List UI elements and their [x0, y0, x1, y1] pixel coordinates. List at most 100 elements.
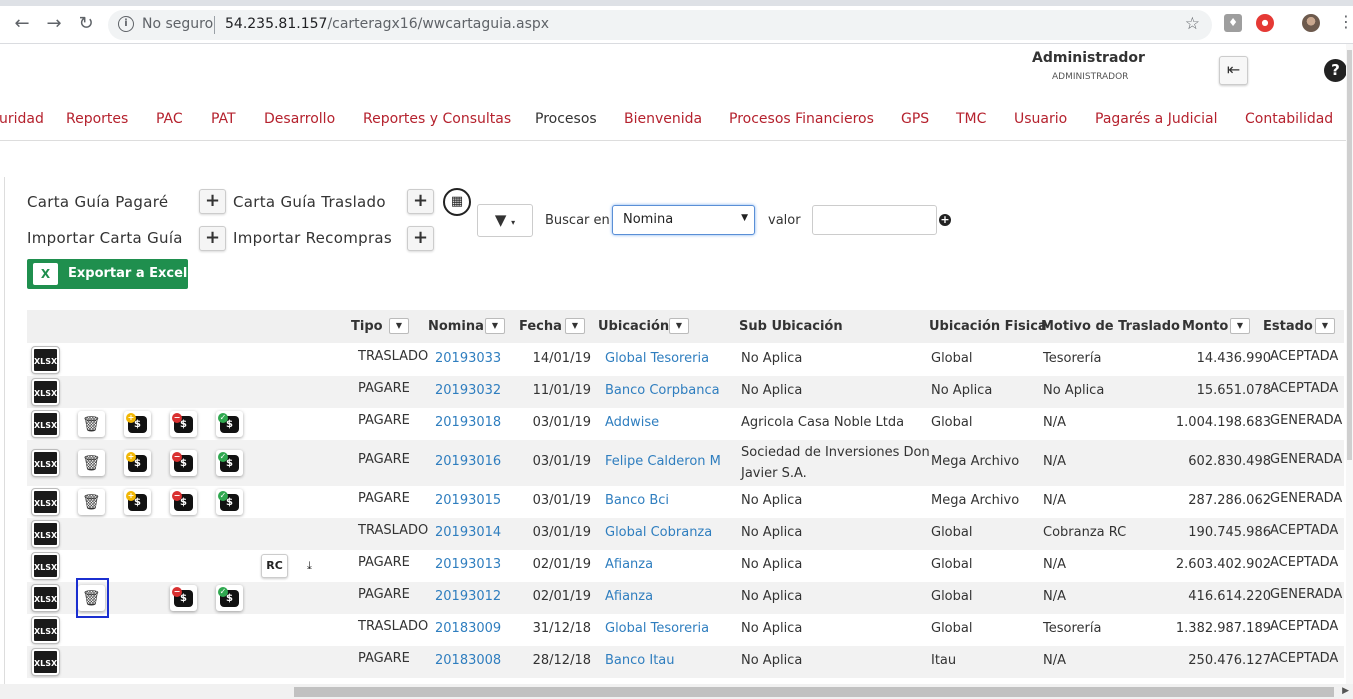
cell-nomina-link[interactable]: 20193014 [435, 525, 501, 540]
info-icon[interactable]: i [118, 16, 134, 32]
download-icon[interactable]: ⤓ [307, 559, 312, 573]
cell-nomina-link[interactable]: 20183008 [435, 653, 501, 668]
horizontal-scroll-thumb[interactable] [294, 687, 1334, 697]
horizontal-scrollbar[interactable]: ▶ [0, 684, 1353, 699]
forward-arrow-icon[interactable]: → [43, 13, 65, 35]
add-carta-guia-traslado-button[interactable]: + [407, 189, 434, 214]
back-arrow-icon[interactable]: ← [11, 13, 33, 35]
cell-estado: GENERADA [1270, 587, 1343, 602]
document-grid-icon[interactable]: ▦ [443, 188, 471, 216]
xlsx-download-icon[interactable]: XLSX [31, 616, 60, 644]
extension-badge-icon[interactable]: ● [1256, 14, 1274, 32]
approve-money-icon[interactable]: $ ✓ [216, 585, 243, 611]
filter-dropdown-button[interactable]: ▼ ▾ [477, 204, 533, 237]
cell-nomina-link[interactable]: 20193015 [435, 493, 501, 508]
add-money-icon[interactable]: $ + [124, 489, 151, 515]
cell-ubicacion-link[interactable]: Banco Itau [605, 653, 675, 668]
cell-ubicacion-link[interactable]: Global Tesoreria [605, 351, 709, 366]
xlsx-download-icon[interactable]: XLSX [31, 520, 60, 548]
table-row: XLSX 🗑 $ + $ − $ ✓ PAGARE 20193015 03/01/19 Banco B… [27, 486, 1344, 518]
cell-ubicacion-fisica: Global [931, 351, 973, 366]
cell-sub-ubicacion: Agricola Casa Noble Ltda [741, 415, 905, 430]
trash-icon[interactable]: 🗑 [78, 489, 105, 515]
menu-item-reportes[interactable]: Reportes [66, 111, 128, 127]
approve-money-icon[interactable]: $ ✓ [216, 411, 243, 437]
cell-ubicacion-link[interactable]: Addwise [605, 415, 659, 430]
xlsx-download-icon[interactable]: XLSX [31, 378, 60, 406]
trash-icon[interactable]: 🗑 [78, 450, 105, 476]
xlsx-download-icon[interactable]: XLSX [31, 346, 60, 374]
cell-ubicacion-link[interactable]: Global Cobranza [605, 525, 712, 540]
menu-item-pat[interactable]: PAT [211, 111, 236, 127]
xlsx-download-icon[interactable]: XLSX [31, 410, 60, 438]
logout-button[interactable]: ⇤ [1219, 56, 1248, 85]
cell-ubicacion-link[interactable]: Afianza [605, 589, 653, 604]
vertical-scrollbar[interactable] [1346, 44, 1353, 684]
remove-money-icon[interactable]: $ − [170, 585, 197, 611]
menu-item-contabilidad[interactable]: Contabilidad [1245, 111, 1333, 127]
add-carta-guia-pagare-button[interactable]: + [199, 189, 226, 214]
cell-nomina-link[interactable]: 20193013 [435, 557, 501, 572]
importar-recompras-button[interactable]: + [407, 226, 434, 251]
menu-item-tmc[interactable]: TMC [956, 111, 986, 127]
sort-estado-button[interactable]: ▼ [1315, 318, 1335, 334]
menu-item-bienvenida[interactable]: Bienvenida [624, 111, 702, 127]
sort-fecha-button[interactable]: ▼ [565, 318, 585, 334]
add-money-icon[interactable]: $ + [124, 450, 151, 476]
vertical-scroll-thumb[interactable] [1347, 50, 1352, 460]
cell-sub-ubicacion: Sociedad de Inversiones Don [741, 445, 930, 460]
sort-tipo-button[interactable]: ▼ [389, 318, 409, 334]
add-money-icon[interactable]: $ + [124, 411, 151, 437]
menu-item-pac[interactable]: PAC [156, 111, 183, 127]
cell-nomina-link[interactable]: 20193018 [435, 415, 501, 430]
cell-fecha: 11/01/19 [532, 383, 591, 398]
remove-money-icon[interactable]: $ − [170, 411, 197, 437]
menu-item-seguridad[interactable]: uridad [0, 111, 44, 127]
url-text[interactable]: 54.235.81.157/carteragx16/wwcartaguia.as… [225, 16, 549, 32]
approve-money-icon[interactable]: $ ✓ [216, 489, 243, 515]
importar-carta-guia-button[interactable]: + [199, 226, 226, 251]
address-bar[interactable]: i No seguro 54.235.81.157/carteragx16/ww… [108, 10, 1212, 40]
menu-item-usuario[interactable]: Usuario [1014, 111, 1067, 127]
menu-item-procesos[interactable]: Procesos [535, 111, 597, 127]
menu-item-procesos-financieros[interactable]: Procesos Financieros [729, 111, 874, 127]
search-field-select[interactable]: Nomina ▼ [612, 205, 755, 235]
sort-ubicacion-button[interactable]: ▼ [669, 318, 689, 334]
cell-nomina-link[interactable]: 20183009 [435, 621, 501, 636]
rc-button[interactable]: RC [261, 554, 288, 578]
xlsx-download-icon[interactable]: XLSX [31, 552, 60, 580]
trash-icon[interactable]: 🗑 [78, 411, 105, 437]
pdf-extension-icon[interactable]: ♦ [1224, 14, 1242, 32]
menu-item-desarrollo[interactable]: Desarrollo [264, 111, 335, 127]
bookmark-star-icon[interactable]: ☆ [1185, 14, 1200, 34]
menu-item-gps[interactable]: GPS [901, 111, 929, 127]
cell-ubicacion-link[interactable]: Afianza [605, 557, 653, 572]
profile-avatar[interactable] [1302, 14, 1320, 32]
cell-nomina-link[interactable]: 20193033 [435, 351, 501, 366]
xlsx-download-icon[interactable]: XLSX [31, 449, 60, 477]
sort-monto-button[interactable]: ▼ [1230, 318, 1250, 334]
cell-ubicacion-link[interactable]: Global Tesoreria [605, 621, 709, 636]
export-excel-button[interactable]: X Exportar a Excel [27, 259, 188, 289]
remove-money-icon[interactable]: $ − [170, 489, 197, 515]
sort-nomina-button[interactable]: ▼ [485, 318, 505, 334]
scroll-right-icon[interactable]: ▶ [1342, 686, 1349, 696]
browser-menu-icon[interactable]: ⋮ [1338, 14, 1353, 30]
xlsx-download-icon[interactable]: XLSX [31, 488, 60, 516]
cell-nomina-link[interactable]: 20193016 [435, 454, 501, 469]
approve-money-icon[interactable]: $ ✓ [216, 450, 243, 476]
xlsx-download-icon[interactable]: XLSX [31, 648, 60, 676]
add-filter-icon[interactable]: + [939, 214, 951, 226]
cell-nomina-link[interactable]: 20193012 [435, 589, 501, 604]
cell-ubicacion-link[interactable]: Banco Corpbanca [605, 383, 720, 398]
valor-input[interactable] [812, 205, 937, 235]
cell-ubicacion-link[interactable]: Felipe Calderon M [605, 454, 721, 469]
cell-nomina-link[interactable]: 20193032 [435, 383, 501, 398]
reload-icon[interactable]: ↻ [75, 13, 97, 35]
menu-item-reportes-consultas[interactable]: Reportes y Consultas [363, 111, 511, 127]
remove-money-icon[interactable]: $ − [170, 450, 197, 476]
help-icon[interactable]: ? [1324, 59, 1347, 82]
menu-item-pagares-judicial[interactable]: Pagarés a Judicial [1095, 111, 1218, 127]
xlsx-download-icon[interactable]: XLSX [31, 584, 60, 612]
cell-ubicacion-link[interactable]: Banco Bci [605, 493, 669, 508]
